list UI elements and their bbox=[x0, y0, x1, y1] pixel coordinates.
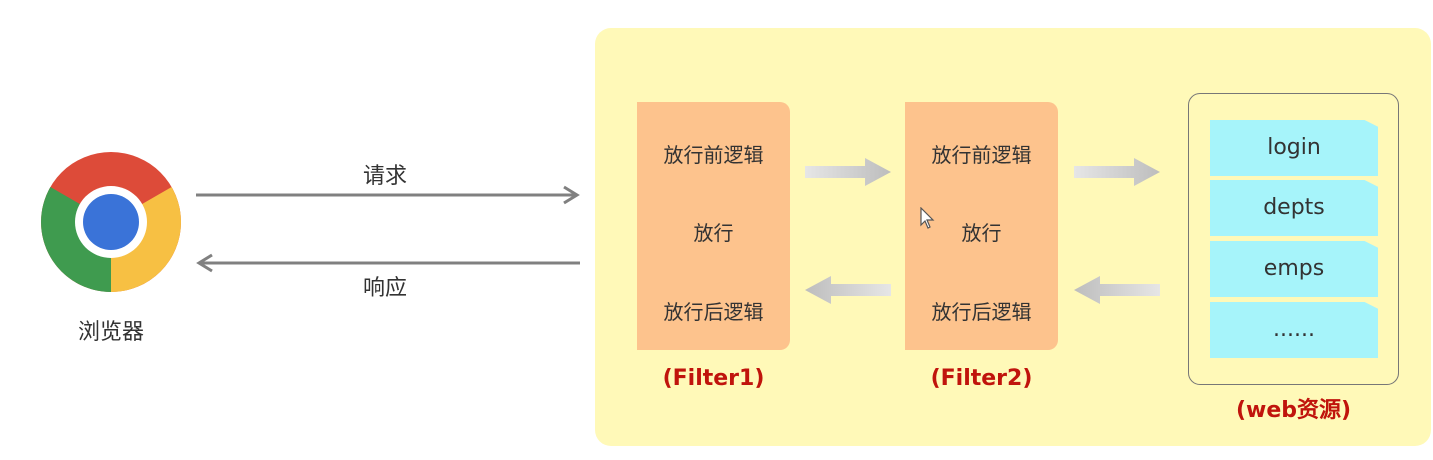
filter1-before-logic: 放行前逻辑 bbox=[663, 143, 764, 167]
filter1-caption: (Filter1) bbox=[662, 366, 765, 391]
filter2-caption: (Filter2) bbox=[930, 366, 1033, 391]
web-resource-depts: depts bbox=[1210, 180, 1378, 236]
response-label: 响应 bbox=[362, 276, 407, 301]
web-resource-emps: emps bbox=[1210, 241, 1378, 297]
web-resource-more: ...... bbox=[1210, 302, 1378, 358]
filter1-after-logic: 放行后逻辑 bbox=[663, 300, 764, 324]
web-resources-group: login depts emps ...... bbox=[1188, 93, 1399, 385]
forward-arrow-2 bbox=[1074, 158, 1160, 186]
chrome-icon bbox=[41, 152, 181, 292]
filter1-pass: 放行 bbox=[693, 221, 734, 245]
backward-arrow-1 bbox=[805, 276, 891, 304]
forward-arrow-1 bbox=[805, 158, 891, 186]
web-resource-login: login bbox=[1210, 120, 1378, 176]
filter2-after-logic: 放行后逻辑 bbox=[931, 300, 1032, 324]
browser-label: 浏览器 bbox=[77, 320, 144, 345]
web-resources-caption: (web资源) bbox=[1235, 398, 1352, 423]
filter2-before-logic: 放行前逻辑 bbox=[931, 143, 1032, 167]
filter1-box: 放行前逻辑 放行 放行后逻辑 bbox=[637, 102, 790, 350]
request-arrow bbox=[196, 185, 580, 205]
mouse-cursor-icon bbox=[920, 207, 935, 229]
backward-arrow-2 bbox=[1074, 276, 1160, 304]
